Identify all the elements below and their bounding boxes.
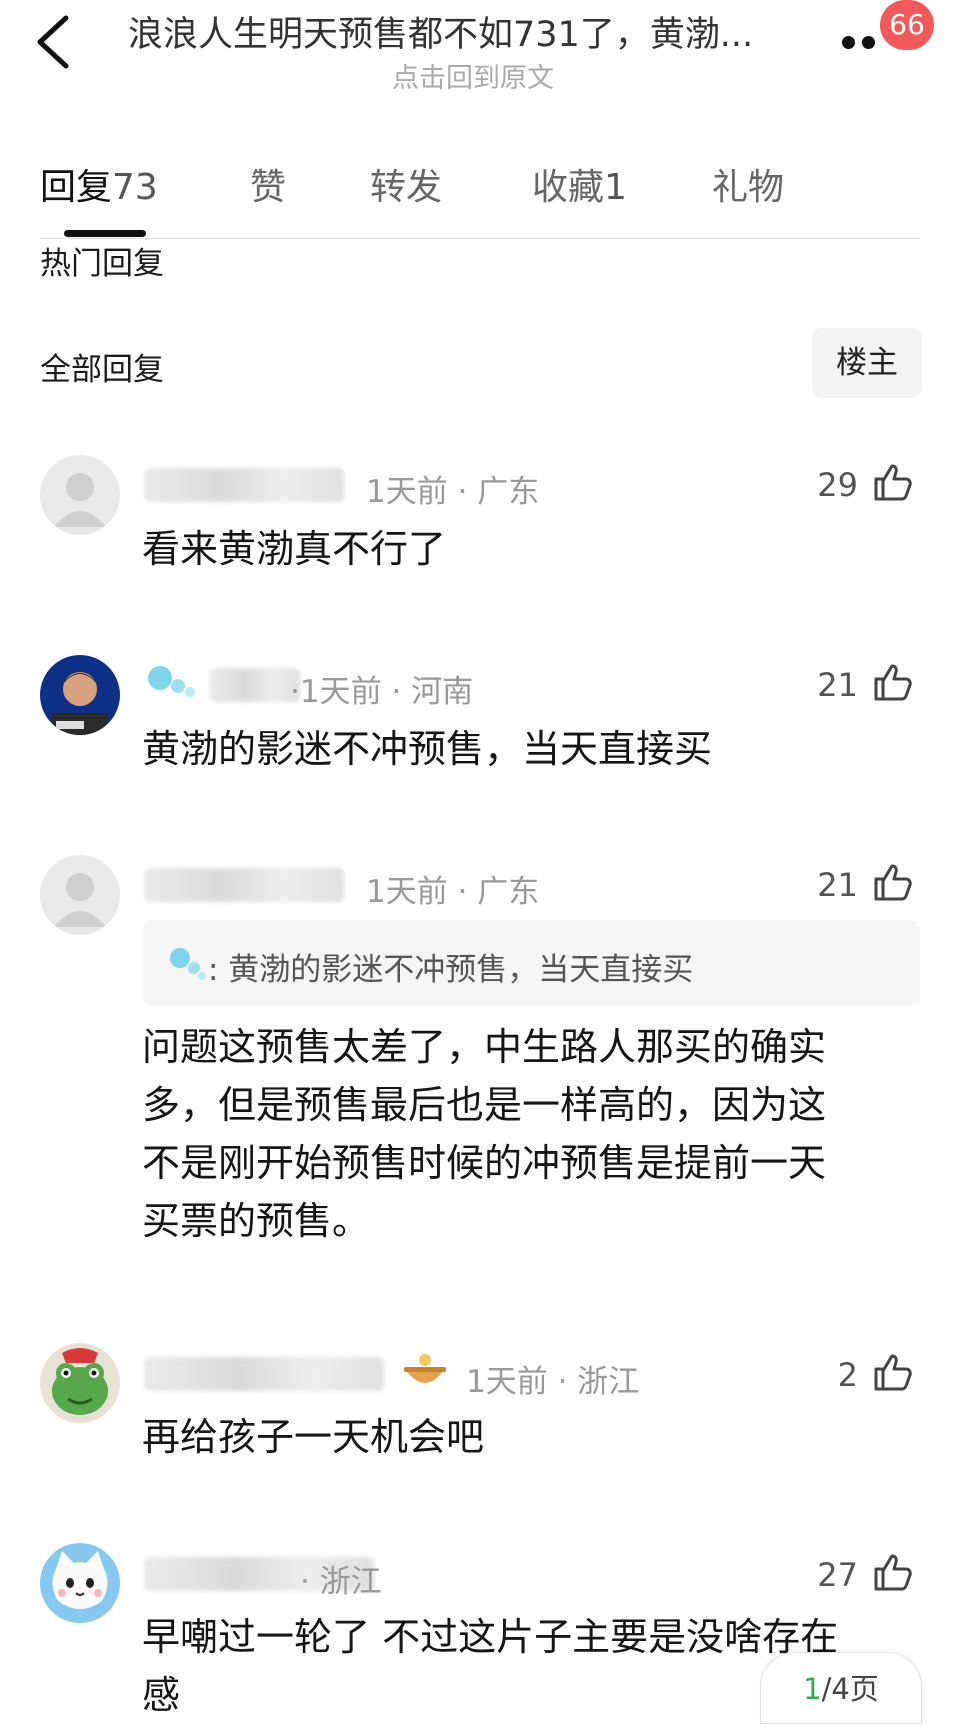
comment-meta: ·1天前 · 河南 <box>290 674 474 710</box>
comment-line: 早嘲过一轮了 不过这片子主要是没啥存在 <box>142 1615 839 1659</box>
bowl-emoji-icon <box>404 1354 446 1383</box>
thumbs-up-icon[interactable] <box>872 460 916 504</box>
bubbles-icon <box>148 666 195 697</box>
dot-icon <box>862 36 875 49</box>
tab-label: 礼物 <box>712 167 785 208</box>
comment-text[interactable]: 问题这预售太差了，中生路人那买的确实 多，但是预售最后也是一样高的，因为这 不是… <box>142 1018 826 1250</box>
bubbles-icon <box>170 948 206 980</box>
avatar[interactable] <box>40 655 120 735</box>
tab-count: 1 <box>604 167 627 208</box>
tab-gifts[interactable]: 礼物 <box>712 158 784 210</box>
comment-text[interactable]: 再给孩子一天机会吧 <box>142 1408 484 1466</box>
back-to-original-link[interactable]: 点击回到原文 <box>392 56 554 95</box>
tab-label: 收藏 <box>532 167 605 208</box>
avatar[interactable] <box>40 1543 120 1623</box>
comment-meta: 1天前 · 广东 <box>366 474 540 510</box>
comment-line: 买票的预售。 <box>142 1199 371 1243</box>
username[interactable] <box>144 1357 384 1391</box>
divider <box>40 238 920 239</box>
page-indicator[interactable]: 1/4页 <box>760 1652 922 1724</box>
like-count: 27 <box>817 1556 858 1594</box>
like-count: 29 <box>817 466 858 504</box>
like-count: 2 <box>837 1356 858 1394</box>
default-avatar-icon <box>40 455 120 535</box>
like-count: 21 <box>817 666 858 704</box>
thumbs-up-icon[interactable] <box>872 1350 916 1394</box>
like-count: 21 <box>817 866 858 904</box>
tab-likes[interactable]: 赞 <box>250 158 286 210</box>
default-avatar-icon <box>40 855 120 935</box>
comment-line: 问题这预售太差了，中生路人那买的确实 <box>142 1025 827 1069</box>
comment-line: 多，但是预售最后也是一样高的，因为这 <box>142 1083 827 1127</box>
comment-line: 感 <box>142 1673 181 1717</box>
post-title[interactable]: 浪浪人生明天预售都不如731了，黄渤... <box>128 6 848 57</box>
tab-favorites[interactable]: 收藏1 <box>532 158 627 210</box>
cat-avatar-icon <box>40 1543 120 1623</box>
tab-label: 回复 <box>40 167 113 208</box>
comment-text[interactable]: 看来黄渤真不行了 <box>142 520 446 578</box>
chevron-left-icon <box>37 15 69 69</box>
quoted-text: : 黄渤的影迷不冲预售，当天直接买 <box>208 952 694 988</box>
comment-meta: · 浙江 <box>300 1564 382 1600</box>
total-pages: /4页 <box>821 1672 879 1706</box>
comment-text[interactable]: 早嘲过一轮了 不过这片子主要是没啥存在 感 <box>142 1608 838 1724</box>
username[interactable] <box>144 868 344 902</box>
notification-badge[interactable]: 66 <box>880 0 934 50</box>
thumbs-up-icon[interactable] <box>872 660 916 704</box>
op-only-filter-button[interactable]: 楼主 <box>812 328 922 398</box>
tab-reposts[interactable]: 转发 <box>370 158 442 210</box>
thumbs-up-icon[interactable] <box>872 1550 916 1594</box>
active-tab-indicator <box>64 230 146 237</box>
username[interactable] <box>144 468 344 502</box>
thumbs-up-icon[interactable] <box>872 860 916 904</box>
tab-label: 转发 <box>370 167 443 208</box>
frog-avatar-icon <box>40 1343 120 1423</box>
dot-icon <box>842 36 855 49</box>
back-button[interactable] <box>30 12 86 72</box>
man-photo-avatar-icon <box>40 655 120 735</box>
all-replies-heading: 全部回复 <box>40 352 164 388</box>
current-page: 1 <box>803 1672 822 1706</box>
username[interactable] <box>210 668 300 702</box>
avatar[interactable] <box>40 455 120 535</box>
comment-line: 不是刚开始预售时候的冲预售是提前一天 <box>142 1141 827 1185</box>
avatar[interactable] <box>40 855 120 935</box>
comment-meta: 1天前 · 浙江 <box>466 1364 640 1400</box>
comment-text[interactable]: 黄渤的影迷不冲预售，当天直接买 <box>142 720 712 778</box>
comment-meta: 1天前 · 广东 <box>366 874 540 910</box>
avatar[interactable] <box>40 1343 120 1423</box>
tab-count: 73 <box>112 167 158 208</box>
hot-replies-heading[interactable]: 热门回复 <box>40 238 164 283</box>
tab-replies[interactable]: 回复73 <box>40 158 158 210</box>
tab-label: 赞 <box>250 167 287 208</box>
